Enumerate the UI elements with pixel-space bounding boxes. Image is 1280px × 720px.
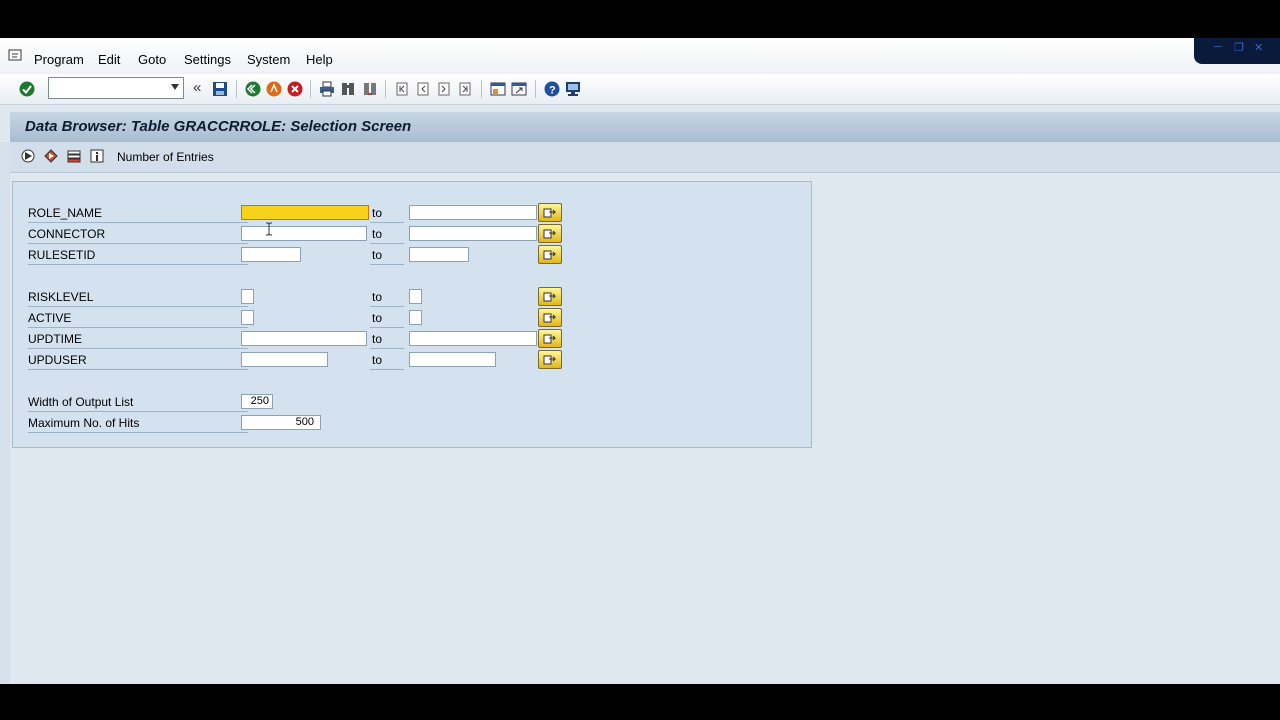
shortcut-icon[interactable] [511,81,527,97]
menu-program[interactable]: Program [34,52,84,67]
multiple-selection-button[interactable] [538,329,562,348]
screen-title-bar: Data Browser: Table GRACCRROLE: Selectio… [10,112,1280,142]
restore-icon[interactable]: ❐ [1234,41,1244,54]
arrow-right-icon [543,334,557,344]
arrow-right-icon [543,208,557,218]
active-to-input[interactable] [409,310,422,325]
multiple-selection-button[interactable] [538,224,562,243]
next-page-icon[interactable] [436,81,452,97]
to-label: to [372,332,383,346]
first-page-icon[interactable] [394,81,410,97]
text-cursor-icon [266,222,272,236]
active-from-input[interactable] [241,310,254,325]
updtime-from-input[interactable] [241,331,367,346]
rulesetid-to-input[interactable] [409,247,469,262]
updtime-to-input[interactable] [409,331,537,346]
execute-background-icon[interactable] [44,149,58,163]
role-name-to-input[interactable] [409,205,537,220]
menu-edit[interactable]: Edit [98,52,120,67]
arrow-right-icon [543,292,557,302]
risklevel-to-input[interactable] [409,289,422,304]
number-of-entries-button[interactable]: Number of Entries [117,150,214,164]
page-title: Data Browser: Table GRACCRROLE: Selectio… [25,118,412,135]
close-window-icon[interactable]: ✕ [1254,41,1263,54]
to-label: to [372,248,383,262]
upduser-from-input[interactable] [241,352,328,367]
last-page-icon[interactable] [457,81,473,97]
multiple-selection-button[interactable] [538,287,562,306]
maximum-no-of-hits-input[interactable]: 500 [241,415,321,430]
field-label-risklevel: RISKLEVEL [28,290,94,304]
risklevel-from-input[interactable] [241,289,254,304]
command-field[interactable] [48,77,184,99]
layout-icon[interactable] [565,81,581,97]
arrow-right-icon [543,250,557,260]
bottom-letterbox [0,684,1280,720]
find-next-icon[interactable] [362,81,378,97]
to-label: to [372,206,383,220]
save-icon[interactable] [212,81,228,97]
to-label: to [372,353,383,367]
system-menu-icon[interactable] [8,49,24,63]
find-icon[interactable] [340,81,356,97]
field-label-active: ACTIVE [28,311,72,325]
arrow-right-icon [543,313,557,323]
menu-bar: Program Edit Goto Settings System Help ─… [0,38,1280,74]
multiple-selection-button[interactable] [538,245,562,264]
sap-window: Program Edit Goto Settings System Help ─… [0,38,1280,684]
role-name-from-input[interactable] [241,205,369,220]
help-icon[interactable]: ? [544,81,560,97]
enter-icon[interactable] [19,81,35,97]
new-session-icon[interactable] [490,81,506,97]
multiple-selection-button[interactable] [538,308,562,327]
info-icon[interactable] [90,149,104,163]
connector-from-input[interactable] [241,226,367,241]
arrow-right-icon [543,229,557,239]
svg-text:?: ? [549,85,556,97]
selection-options-icon[interactable] [67,149,81,163]
width-of-output-list-input[interactable]: 250 [241,394,273,409]
menu-settings[interactable]: Settings [184,52,231,67]
standard-toolbar: « ? [0,74,1280,105]
double-left-icon[interactable]: « [193,79,209,96]
application-toolbar: Number of Entries [10,142,1280,173]
cancel-icon[interactable] [287,81,303,97]
window-controls: ─ ❐ ✕ [1194,38,1280,64]
field-label-updtime: UPDTIME [28,332,82,346]
chevron-down-icon[interactable] [171,84,179,90]
arrow-right-icon [543,355,557,365]
minimize-icon[interactable]: ─ [1214,41,1222,53]
upduser-to-input[interactable] [409,352,496,367]
rulesetid-from-input[interactable] [241,247,301,262]
menu-goto[interactable]: Goto [138,52,166,67]
exit-icon[interactable] [266,81,282,97]
field-label-role-name: ROLE_NAME [28,206,103,220]
back-icon[interactable] [245,81,261,97]
execute-icon[interactable] [21,149,35,163]
to-label: to [372,311,383,325]
field-label-connector: CONNECTOR [28,227,106,241]
maximum-no-of-hits-label: Maximum No. of Hits [28,416,140,430]
print-icon[interactable] [319,81,335,97]
menu-help[interactable]: Help [306,52,333,67]
field-label-upduser: UPDUSER [28,353,87,367]
menu-system[interactable]: System [247,52,290,67]
selection-panel: ROLE_NAME to CONNECTOR to RULESETID to R… [12,181,812,448]
connector-to-input[interactable] [409,226,537,241]
multiple-selection-button[interactable] [538,350,562,369]
to-label: to [372,290,383,304]
multiple-selection-button[interactable] [538,203,562,222]
field-label-rulesetid: RULESETID [28,248,96,262]
to-label: to [372,227,383,241]
prev-page-icon[interactable] [415,81,431,97]
width-of-output-list-label: Width of Output List [28,395,134,409]
